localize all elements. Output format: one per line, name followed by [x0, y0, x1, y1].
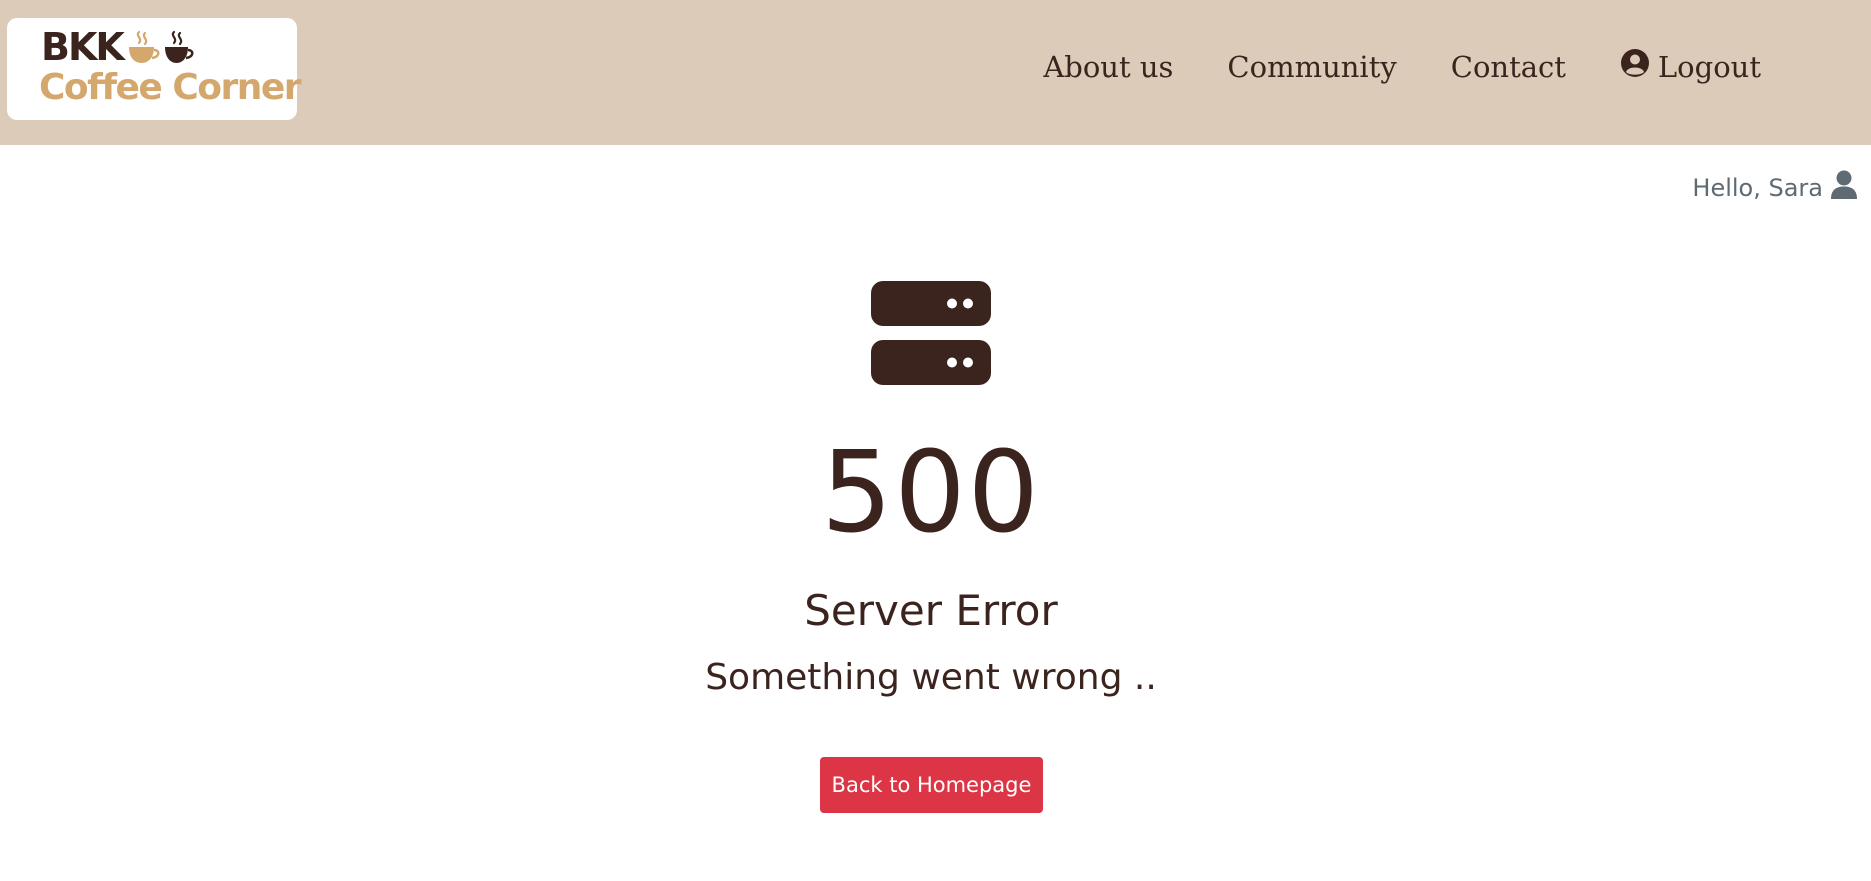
nav-community-label: Community: [1227, 49, 1397, 84]
greeting-text: Hello, Sara: [1692, 174, 1823, 202]
logo[interactable]: BKK Coffee Corner: [7, 18, 302, 120]
nav-contact-label: Contact: [1450, 49, 1566, 84]
nav-logout[interactable]: Logout: [1620, 48, 1761, 85]
back-to-homepage-button[interactable]: Back to Homepage: [820, 757, 1043, 813]
coffee-cups-icon: [127, 30, 195, 66]
logo-bkk-text: BKK: [41, 25, 125, 69]
main-nav: About us Community Contact Logout: [1043, 48, 1761, 85]
error-message: Something went wrong ..: [705, 657, 1157, 698]
server-icon: [870, 280, 992, 391]
user-greeting: Hello, Sara: [1692, 170, 1857, 206]
logo-brand-text: Coffee Corner: [39, 67, 302, 108]
logo-top-line: BKK: [41, 28, 195, 66]
user-icon: [1831, 170, 1857, 206]
nav-about-us-label: About us: [1043, 49, 1174, 84]
nav-community[interactable]: Community: [1227, 50, 1396, 84]
error-title: Server Error: [804, 586, 1058, 635]
error-code: 500: [821, 428, 1041, 558]
navbar: BKK Coffee Corner About us Community Con…: [0, 0, 1871, 145]
nav-about-us[interactable]: About us: [1043, 50, 1173, 84]
nav-contact[interactable]: Contact: [1451, 50, 1566, 84]
user-circle-icon: [1620, 48, 1650, 85]
nav-logout-label: Logout: [1657, 49, 1761, 84]
